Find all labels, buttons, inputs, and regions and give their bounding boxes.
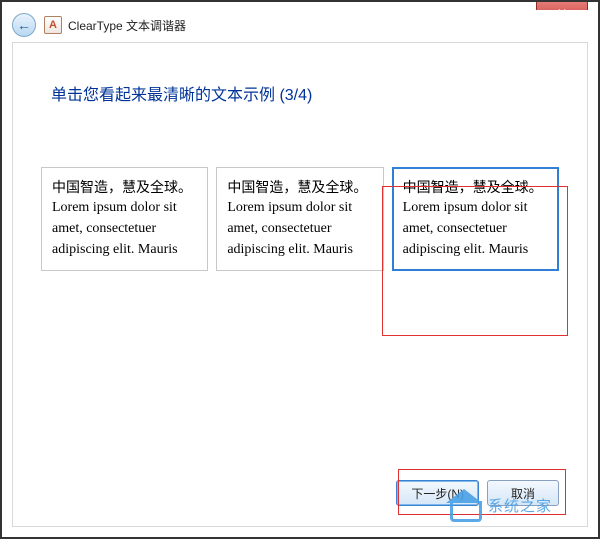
sample-cn-text: 中国智造，慧及全球。	[52, 179, 192, 195]
text-sample-3[interactable]: 中国智造，慧及全球。 Lorem ipsum dolor sit amet, c…	[392, 167, 559, 271]
sample-en-text: Lorem ipsum dolor sit amet, consectetuer…	[227, 200, 353, 257]
back-button[interactable]: ←	[12, 13, 36, 37]
sample-en-text: Lorem ipsum dolor sit amet, consectetuer…	[403, 200, 529, 257]
page-heading: 单击您看起来最清晰的文本示例 (3/4)	[51, 81, 587, 105]
sample-en-text: Lorem ipsum dolor sit amet, consectetuer…	[52, 200, 178, 257]
cancel-button[interactable]: 取消	[487, 480, 559, 506]
app-icon: A	[44, 16, 62, 34]
client-area: 单击您看起来最清晰的文本示例 (3/4) 中国智造，慧及全球。 Lorem ip…	[12, 42, 588, 527]
text-sample-2[interactable]: 中国智造，慧及全球。 Lorem ipsum dolor sit amet, c…	[216, 167, 383, 271]
window-title: ClearType 文本调谐器	[68, 17, 186, 34]
text-sample-1[interactable]: 中国智造，慧及全球。 Lorem ipsum dolor sit amet, c…	[41, 167, 208, 271]
next-button[interactable]: 下一步(N)	[396, 480, 479, 506]
app-icon-letter: A	[49, 19, 57, 31]
back-arrow-icon: ←	[17, 17, 31, 33]
title-bar: ← A ClearType 文本调谐器	[12, 10, 588, 40]
sample-cn-text: 中国智造，慧及全球。	[227, 179, 367, 195]
sample-cn-text: 中国智造，慧及全球。	[403, 179, 543, 195]
wizard-buttons: 下一步(N) 取消	[396, 480, 559, 506]
sample-row: 中国智造，慧及全球。 Lorem ipsum dolor sit amet, c…	[41, 167, 559, 271]
